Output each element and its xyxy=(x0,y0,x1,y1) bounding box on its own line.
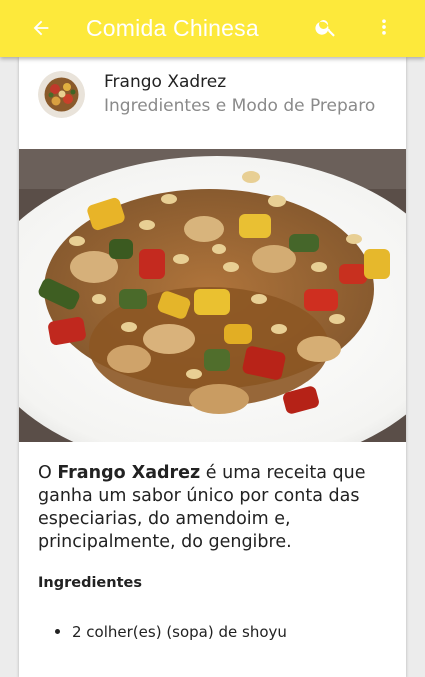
ingredient-item: 2 colher(es) (sopa) de shoyu xyxy=(55,618,395,646)
more-vert-icon xyxy=(382,19,386,35)
ingredients-heading: Ingredientes xyxy=(38,575,142,591)
app-bar: Comida Chinesa xyxy=(0,0,425,57)
recipe-thumbnail xyxy=(38,71,85,118)
description-prefix: O xyxy=(38,463,58,483)
recipe-subtitle: Ingredientes e Modo de Preparo xyxy=(104,96,376,116)
recipe-card: Frango Xadrez Ingredientes e Modo de Pre… xyxy=(0,57,425,677)
search-icon xyxy=(315,20,335,37)
recipe-photo xyxy=(0,149,425,472)
back-button[interactable] xyxy=(27,14,55,42)
overflow-menu-button[interactable] xyxy=(372,13,396,41)
recipe-name: Frango Xadrez xyxy=(104,72,227,92)
app-title: Comida Chinesa xyxy=(86,15,259,41)
back-arrow-icon xyxy=(33,20,49,36)
description-bold-name: Frango Xadrez xyxy=(57,463,201,483)
search-button[interactable] xyxy=(312,13,340,41)
recipe-description: O Frango Xadrez é uma receita que ganha … xyxy=(38,462,388,554)
ingredient-text: 2 colher(es) (sopa) de shoyu xyxy=(72,623,287,641)
recipe-card-header[interactable]: Frango Xadrez Ingredientes e Modo de Pre… xyxy=(19,57,406,149)
bullet-icon xyxy=(55,629,60,634)
